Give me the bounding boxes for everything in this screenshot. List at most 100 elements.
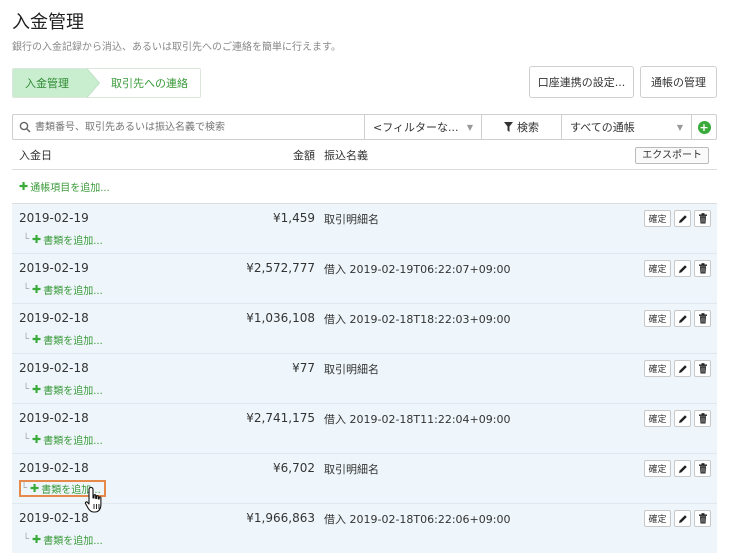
search-button[interactable]: 検索 (482, 115, 562, 139)
row-amount: ¥1,459 (273, 211, 315, 225)
search-input[interactable] (13, 115, 365, 139)
ledger-select[interactable]: すべての通帳 ▼ (562, 115, 692, 139)
trash-icon (698, 213, 707, 224)
plus-icon: ✚ (32, 233, 42, 246)
export-button[interactable]: エクスポート (635, 147, 709, 164)
confirm-button[interactable]: 確定 (644, 260, 671, 277)
row-actions: 確定 (644, 460, 711, 477)
tree-branch-icon: └ (23, 234, 30, 245)
add-document-link[interactable]: └ ✚ 書類を追加... (23, 282, 103, 297)
row-actions: 確定 (644, 410, 711, 427)
plus-icon: ✚ (32, 383, 42, 396)
add-document-label: 書類を追加... (43, 236, 103, 247)
row-actions: 確定 (644, 310, 711, 327)
row-amount: ¥1,966,863 (246, 511, 315, 525)
delete-button[interactable] (694, 510, 711, 527)
add-ledger-item-label: 通帳項目を追加... (30, 183, 110, 194)
pencil-icon (678, 214, 687, 223)
add-document-link[interactable]: └ ✚ 書類を追加... (23, 232, 103, 247)
confirm-button[interactable]: 確定 (644, 360, 671, 377)
delete-button[interactable] (694, 460, 711, 477)
row-actions: 確定 (644, 360, 711, 377)
tree-branch-icon: └ (23, 534, 30, 545)
ledger-select-value: すべての通帳 (570, 121, 635, 134)
add-document-link[interactable]: └ ✚ 書類を追加... (23, 332, 103, 347)
add-ledger-button[interactable]: + (692, 115, 716, 139)
add-document-link[interactable]: └ ✚ 書類を追加... (23, 432, 103, 447)
pencil-icon (678, 514, 687, 523)
column-header-name[interactable]: 振込名義 (324, 147, 368, 163)
row-amount: ¥6,702 (273, 461, 315, 475)
edit-button[interactable] (674, 260, 691, 277)
table-row[interactable]: 2019-02-19 ¥2,572,777 借入 2019-02-19T06:2… (12, 254, 717, 304)
search-icon (19, 121, 31, 133)
row-actions: 確定 (644, 510, 711, 527)
delete-button[interactable] (694, 410, 711, 427)
chevron-down-icon: ▼ (466, 122, 473, 132)
edit-button[interactable] (674, 310, 691, 327)
step-contact-client[interactable]: 取引先への連絡 (87, 69, 200, 97)
table-row[interactable]: 2019-02-18 ¥77 取引明細名 └ ✚ 書類を追加... 確定 (12, 354, 717, 404)
table-header: 入金日 金額 振込名義 エクスポート (12, 140, 717, 170)
add-document-label: 書類を追加... (43, 386, 103, 397)
pencil-icon (678, 364, 687, 373)
row-amount: ¥2,741,175 (246, 411, 315, 425)
table-row[interactable]: 2019-02-19 ¥1,459 取引明細名 └ ✚ 書類を追加... 確定 (12, 204, 717, 254)
plus-circle-icon: + (697, 120, 711, 134)
trash-icon (698, 263, 707, 274)
confirm-button[interactable]: 確定 (644, 410, 671, 427)
pencil-icon (678, 314, 687, 323)
add-document-label: 書類を追加... (43, 286, 103, 297)
column-header-amount[interactable]: 金額 (293, 147, 315, 163)
confirm-button[interactable]: 確定 (644, 210, 671, 227)
add-ledger-item-link[interactable]: ✚ 通帳項目を追加... (12, 170, 717, 204)
table-row[interactable]: 2019-02-18 ¥1,966,863 借入 2019-02-18T06:2… (12, 504, 717, 553)
add-document-link[interactable]: └ ✚ 書類を追加... (23, 382, 103, 397)
row-date: 2019-02-18 (19, 311, 89, 325)
row-actions: 確定 (644, 210, 711, 227)
row-payer-name: 取引明細名 (324, 213, 379, 226)
row-date: 2019-02-18 (19, 461, 89, 475)
tree-branch-icon: └ (23, 334, 30, 345)
delete-button[interactable] (694, 210, 711, 227)
table-row[interactable]: 2019-02-18 ¥1,036,108 借入 2019-02-18T18:2… (12, 304, 717, 354)
table-row[interactable]: 2019-02-18 ¥6,702 取引明細名 └ ✚ 書類を追加... 確定 (12, 454, 717, 504)
delete-button[interactable] (694, 260, 711, 277)
confirm-button[interactable]: 確定 (644, 510, 671, 527)
trash-icon (698, 363, 707, 374)
ledger-manage-button[interactable]: 通帳の管理 (640, 66, 717, 98)
add-document-link[interactable]: └ ✚ 書類を追加... (23, 532, 103, 547)
hand-pointer-cursor-icon (84, 486, 102, 513)
edit-button[interactable] (674, 510, 691, 527)
confirm-button[interactable]: 確定 (644, 460, 671, 477)
row-amount: ¥77 (292, 361, 315, 375)
edit-button[interactable] (674, 410, 691, 427)
row-payer-name: 取引明細名 (324, 363, 379, 376)
table-row[interactable]: 2019-02-18 ¥2,741,175 借入 2019-02-18T11:2… (12, 404, 717, 454)
edit-button[interactable] (674, 210, 691, 227)
row-payer-name: 取引明細名 (324, 463, 379, 476)
account-settings-button[interactable]: 口座連携の設定... (529, 66, 634, 98)
confirm-button[interactable]: 確定 (644, 310, 671, 327)
row-date: 2019-02-19 (19, 211, 89, 225)
column-header-date[interactable]: 入金日 (19, 147, 52, 163)
filter-select[interactable]: <フィルターな... ▼ (365, 115, 482, 139)
plus-icon: ✚ (32, 283, 42, 296)
add-document-label: 書類を追加... (43, 436, 103, 447)
step-tabs: 入金管理 取引先への連絡 (12, 68, 201, 98)
row-amount: ¥2,572,777 (246, 261, 315, 275)
delete-button[interactable] (694, 310, 711, 327)
plus-icon: ✚ (32, 533, 42, 546)
delete-button[interactable] (694, 360, 711, 377)
edit-button[interactable] (674, 360, 691, 377)
plus-icon: ✚ (32, 433, 42, 446)
row-date: 2019-02-18 (19, 361, 89, 375)
payments-table: 入金日 金額 振込名義 エクスポート ✚ 通帳項目を追加... 2019-02-… (12, 140, 717, 553)
row-date: 2019-02-18 (19, 411, 89, 425)
row-amount: ¥1,036,108 (246, 311, 315, 325)
step-payment-management[interactable]: 入金管理 (13, 68, 100, 98)
add-document-label: 書類を追加... (43, 536, 103, 547)
filter-funnel-icon (504, 122, 513, 132)
edit-button[interactable] (674, 460, 691, 477)
search-button-label: 検索 (517, 121, 539, 134)
